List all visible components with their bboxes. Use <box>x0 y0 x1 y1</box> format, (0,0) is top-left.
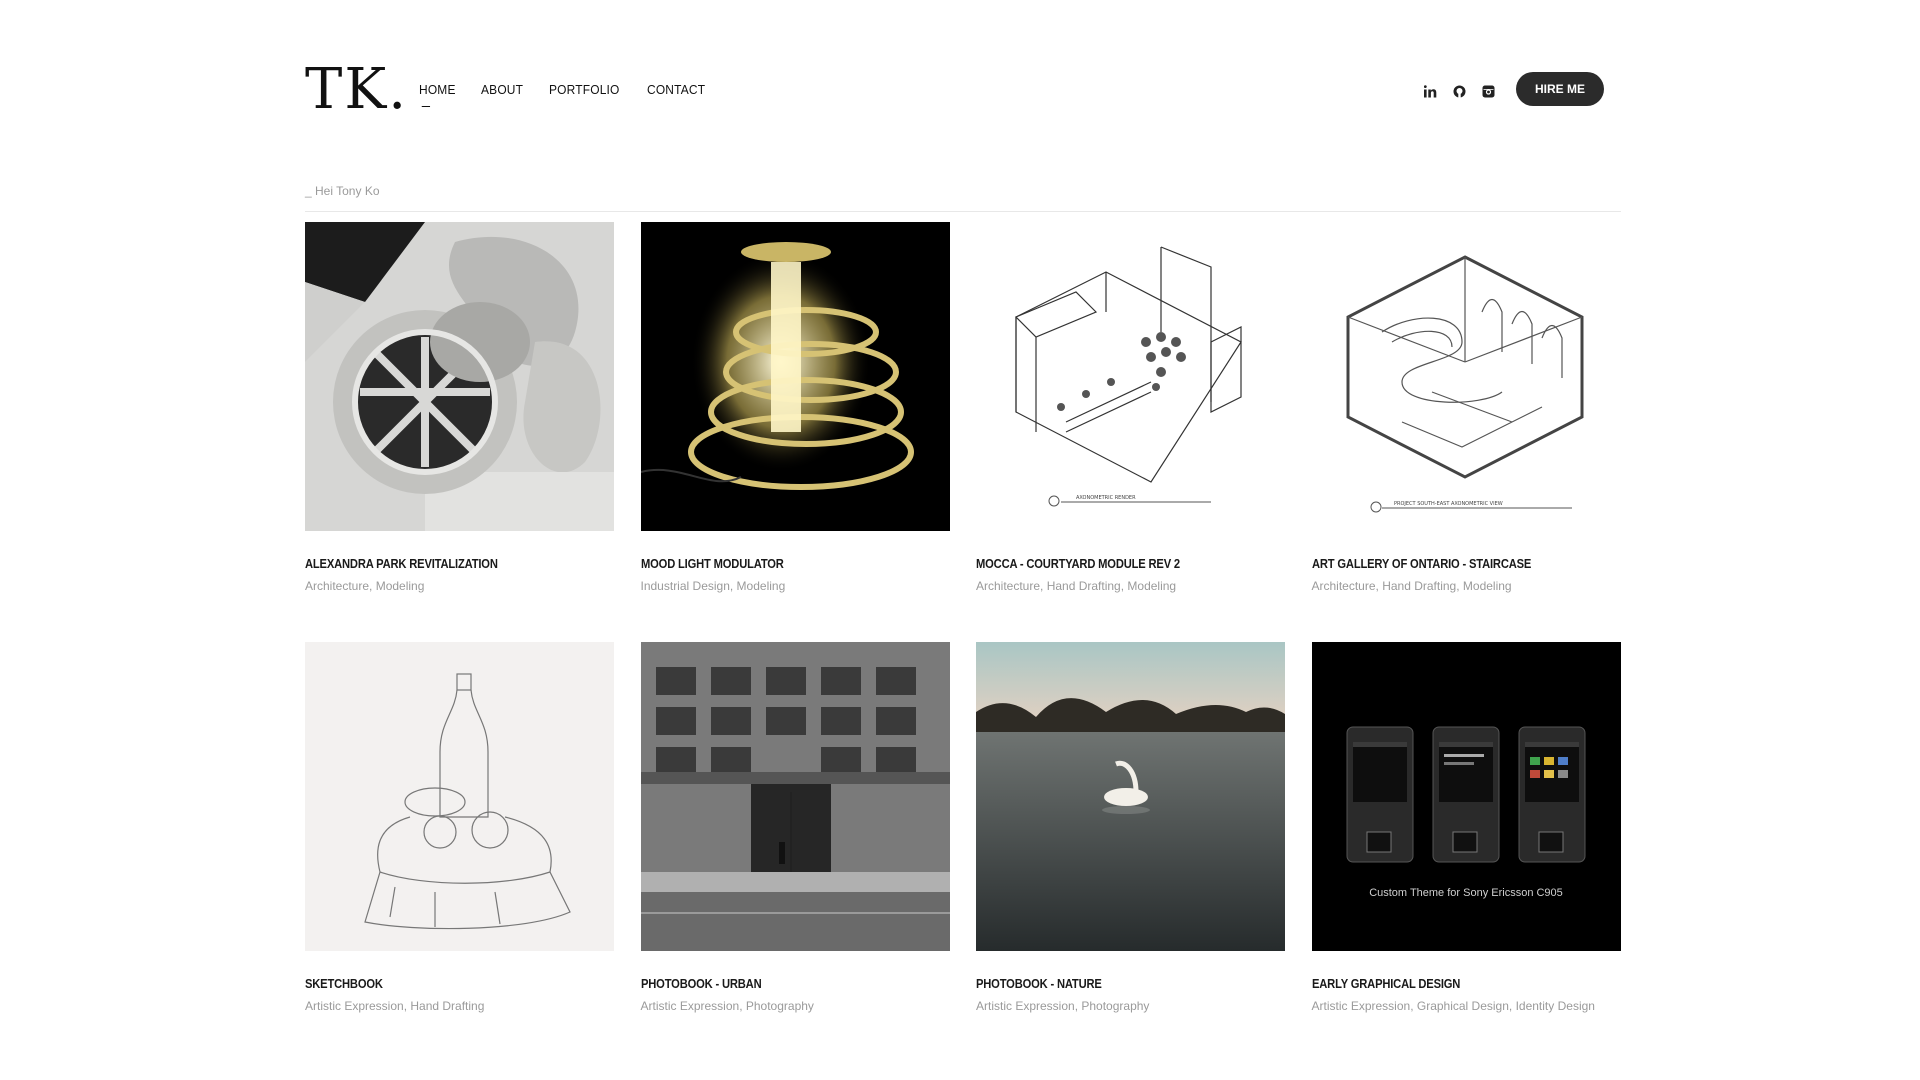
project-thumbnail[interactable]: AXONOMETRIC RENDER <box>976 222 1285 531</box>
project-thumbnail[interactable] <box>640 642 950 951</box>
project-title[interactable]: PHOTOBOOK - URBAN <box>641 976 907 991</box>
site-logo[interactable]: TK. <box>305 62 408 118</box>
project-title[interactable]: PHOTOBOOK - NATURE <box>976 976 1242 991</box>
project-tags: Artistic Expression, Hand Drafting <box>305 999 485 1013</box>
site-header: TK. HOME ABOUT PORTFOLIO CONTACT HIRE ME <box>305 62 1621 118</box>
portfolio-card[interactable]: PHOTOBOOK - NATURE Artistic Expression, … <box>976 642 1285 1062</box>
nav-portfolio[interactable]: PORTFOLIO <box>549 82 620 97</box>
portfolio-card[interactable]: PROJECT SOUTH-EAST AXONOMETRIC VIEW ART … <box>1311 222 1621 642</box>
image-caption: Custom Theme for Sony Ericsson C905 <box>1369 887 1563 899</box>
project-thumbnail[interactable] <box>976 642 1285 951</box>
drawing-label: AXONOMETRIC RENDER <box>1076 495 1136 501</box>
drawing-label: PROJECT SOUTH-EAST AXONOMETRIC VIEW <box>1394 501 1503 507</box>
project-tags: Artistic Expression, Photography <box>976 999 1150 1013</box>
project-tags: Artistic Expression, Graphical Design, I… <box>1311 999 1595 1013</box>
portfolio-grid: ALEXANDRA PARK REVITALIZATION Architectu… <box>305 222 1621 1062</box>
portfolio-card[interactable]: PHOTOBOOK - URBAN Artistic Expression, P… <box>640 642 950 1062</box>
project-tags: Architecture, Hand Drafting, Modeling <box>976 579 1177 593</box>
project-title[interactable]: SKETCHBOOK <box>305 976 571 991</box>
project-tags: Artistic Expression, Photography <box>640 999 814 1013</box>
portfolio-card[interactable]: AXONOMETRIC RENDER MOCCA - COURTYARD MOD… <box>976 222 1285 642</box>
project-thumbnail[interactable] <box>305 642 614 951</box>
instagram-icon[interactable] <box>1481 84 1496 99</box>
linkedin-icon[interactable] <box>1423 84 1438 99</box>
github-icon[interactable] <box>1452 84 1467 99</box>
portfolio-card[interactable]: MOOD LIGHT MODULATOR Industrial Design, … <box>640 222 950 642</box>
project-tags: Industrial Design, Modeling <box>640 579 786 593</box>
divider <box>305 211 1621 212</box>
project-thumbnail[interactable]: Custom Theme for Sony Ericsson C905 <box>1311 642 1621 951</box>
hire-me-button[interactable]: HIRE ME <box>1516 72 1604 106</box>
project-tags: Architecture, Hand Drafting, Modeling <box>1311 579 1512 593</box>
project-tags: Architecture, Modeling <box>305 579 425 593</box>
project-title[interactable]: MOCCA - COURTYARD MODULE REV 2 <box>976 556 1242 571</box>
nav-contact[interactable]: CONTACT <box>647 82 705 97</box>
project-title[interactable]: ART GALLERY OF ONTARIO - STAIRCASE <box>1312 556 1578 571</box>
portfolio-card[interactable]: Custom Theme for Sony Ericsson C905 EARL… <box>1311 642 1621 1062</box>
project-thumbnail[interactable] <box>305 222 614 531</box>
project-title[interactable]: ALEXANDRA PARK REVITALIZATION <box>305 556 571 571</box>
project-title[interactable]: EARLY GRAPHICAL DESIGN <box>1312 976 1578 991</box>
main-nav: HOME ABOUT PORTFOLIO CONTACT <box>419 82 711 107</box>
project-thumbnail[interactable]: PROJECT SOUTH-EAST AXONOMETRIC VIEW <box>1311 222 1621 531</box>
project-title[interactable]: MOOD LIGHT MODULATOR <box>641 556 907 571</box>
project-thumbnail[interactable] <box>640 222 950 531</box>
page-subtitle: _ Hei Tony Ko <box>305 184 380 198</box>
social-links <box>1423 84 1496 99</box>
portfolio-card[interactable]: ALEXANDRA PARK REVITALIZATION Architectu… <box>305 222 614 642</box>
nav-about[interactable]: ABOUT <box>481 82 523 97</box>
nav-home[interactable]: HOME <box>419 82 456 107</box>
portfolio-card[interactable]: SKETCHBOOK Artistic Expression, Hand Dra… <box>305 642 614 1062</box>
